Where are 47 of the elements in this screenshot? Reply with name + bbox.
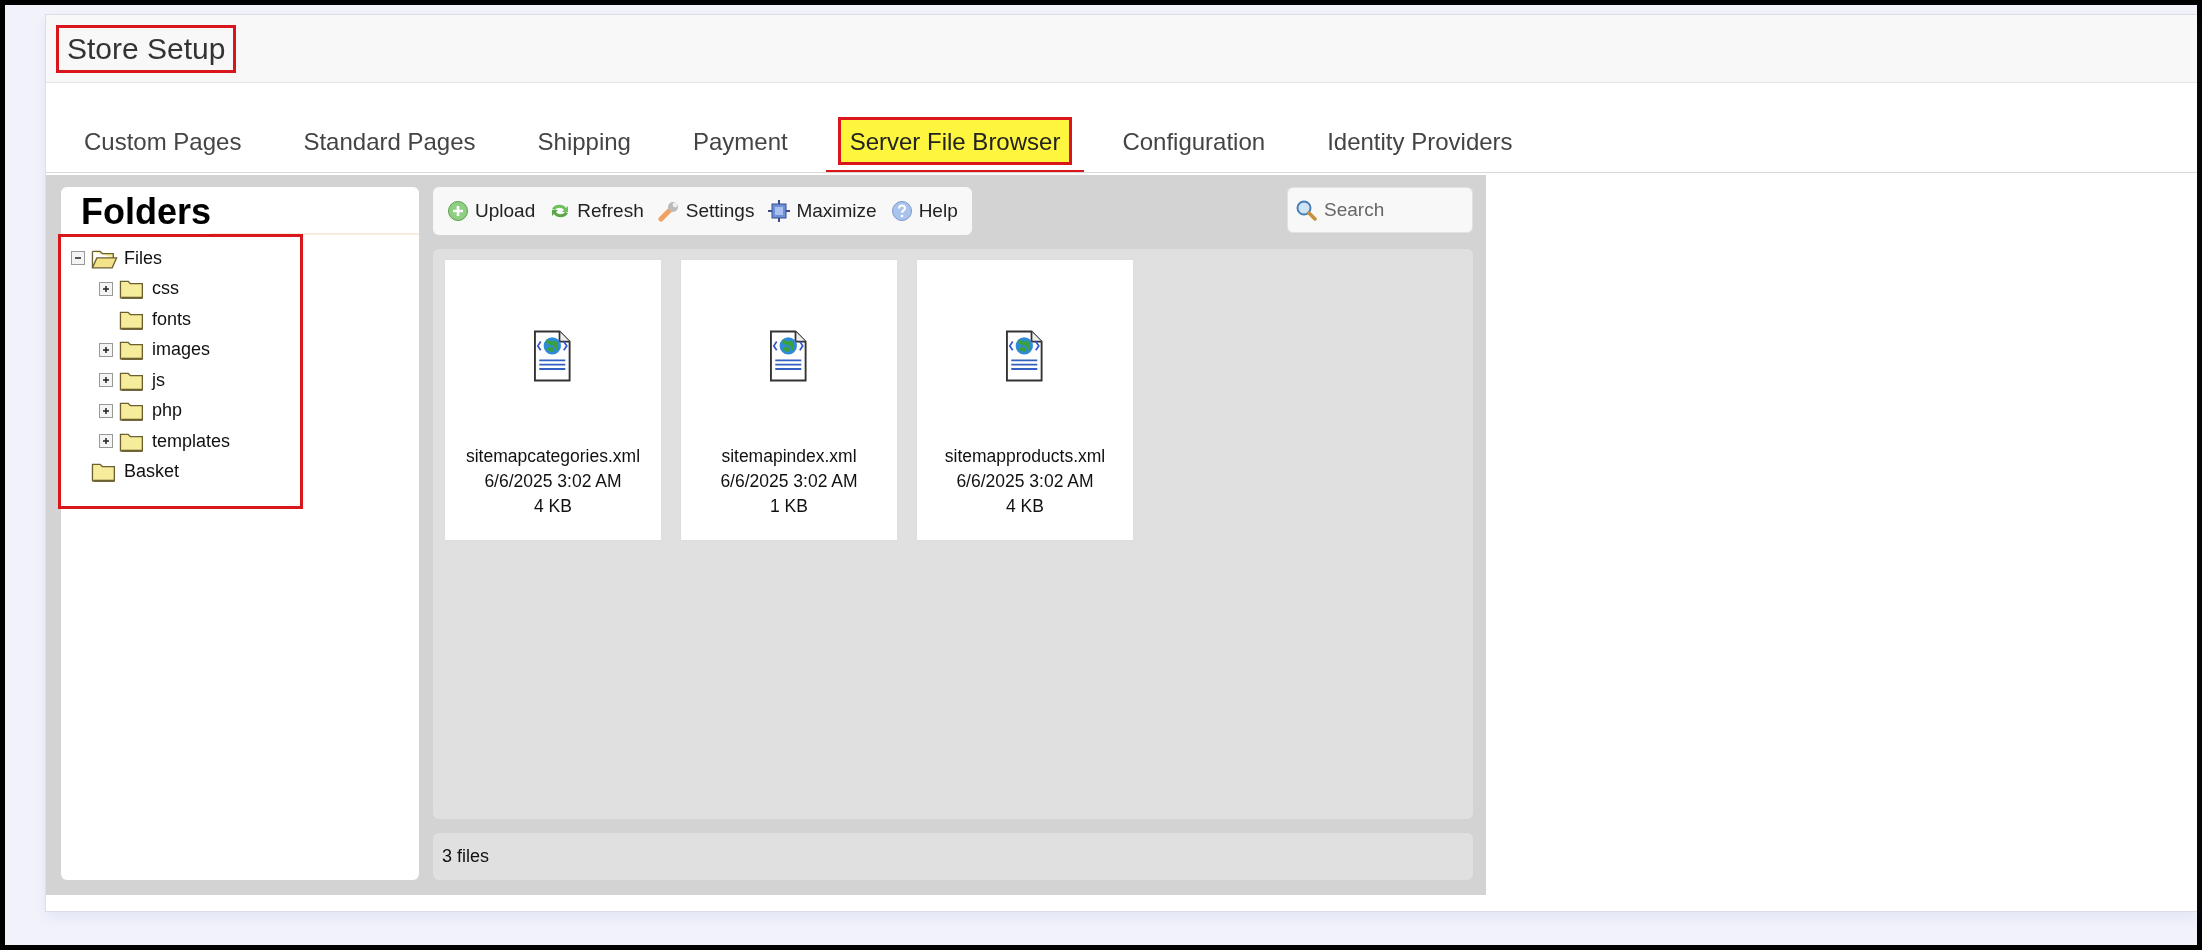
file-tile[interactable]: sitemapcategories.xml 6/6/2025 3:02 AM 4 KB (444, 259, 662, 541)
file-name: sitemapproducts.xml (944, 445, 1106, 468)
page-title: Store Setup (67, 31, 226, 65)
plus-circle-icon (447, 200, 469, 222)
collapse-icon[interactable] (71, 251, 85, 266)
expand-icon[interactable] (99, 342, 113, 357)
tab[interactable]: Standard Pages (291, 117, 488, 165)
tab[interactable]: Shipping (525, 117, 643, 165)
file-size: 4 KB (1006, 495, 1044, 518)
file-date: 6/6/2025 3:02 AM (484, 470, 622, 493)
search-icon (1295, 199, 1317, 221)
panel-heading: Folders (80, 190, 212, 233)
expand-icon[interactable] (99, 373, 113, 388)
folder-label[interactable]: php (152, 400, 183, 422)
file-size: 4 KB (534, 495, 572, 518)
folder-label[interactable]: Files (124, 247, 162, 269)
file-date: 6/6/2025 3:02 AM (720, 470, 858, 493)
help-button[interactable]: Help (886, 198, 962, 224)
file-name: sitemapindex.xml (721, 445, 857, 468)
expand-icon[interactable] (99, 281, 113, 296)
upload-button[interactable]: Upload (443, 198, 540, 224)
expand-icon[interactable] (99, 403, 113, 418)
tab[interactable]: Server File Browser (837, 117, 1073, 165)
maximize-button[interactable]: Maximize (764, 198, 881, 224)
maximize-icon (768, 200, 791, 222)
folder-label[interactable]: Basket (124, 461, 180, 483)
tab[interactable]: Custom Pages (72, 117, 254, 165)
file-date: 6/6/2025 3:02 AM (956, 470, 1094, 493)
tab[interactable]: Payment (680, 117, 800, 165)
help-icon (890, 200, 913, 222)
folder-label[interactable]: images (152, 339, 211, 361)
folder-label[interactable]: templates (152, 430, 231, 452)
tab[interactable]: Configuration (1110, 117, 1278, 165)
settings-button[interactable]: Settings (653, 198, 759, 224)
refresh-button[interactable]: Refresh (545, 198, 648, 224)
file-tile[interactable]: sitemapproducts.xml 6/6/2025 3:02 AM 4 KB (916, 259, 1134, 541)
file-name: sitemapcategories.xml (465, 445, 641, 468)
file-size: 1 KB (770, 495, 808, 518)
file-count: 3 files (442, 846, 490, 867)
folder-label[interactable]: js (152, 369, 165, 391)
tab[interactable]: Identity Providers (1315, 117, 1525, 165)
search-field[interactable]: Search (1287, 187, 1473, 233)
folder-label[interactable]: fonts (152, 308, 192, 330)
file-tile[interactable]: sitemapindex.xml 6/6/2025 3:02 AM 1 KB (680, 259, 898, 541)
expand-icon[interactable] (99, 434, 113, 449)
wrench-icon (657, 200, 680, 222)
folder-label[interactable]: css (152, 278, 179, 300)
